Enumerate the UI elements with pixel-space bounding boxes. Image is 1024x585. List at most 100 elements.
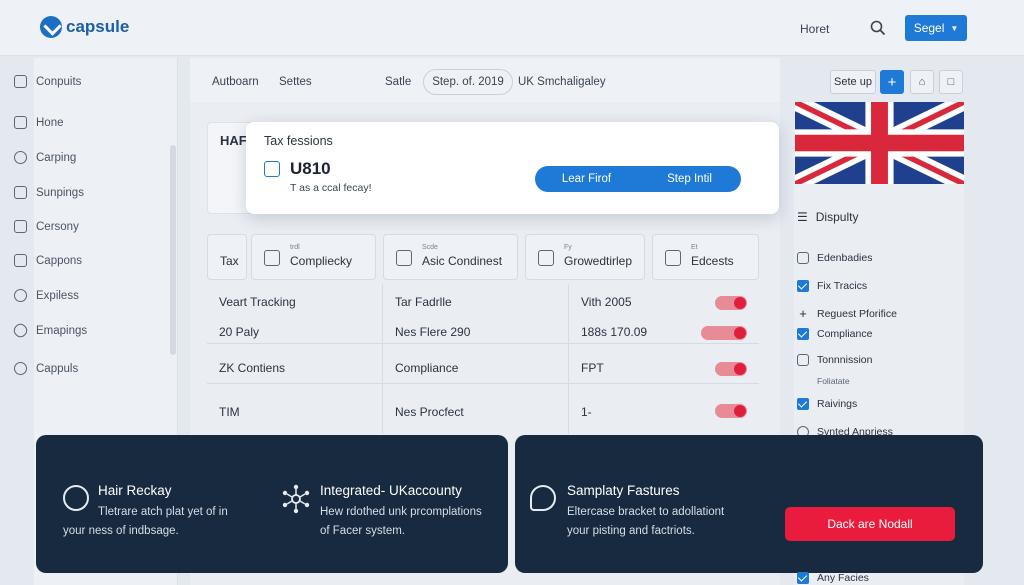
table-cell: 1- [581, 405, 592, 419]
chevron-down-icon: ▼ [950, 23, 959, 33]
table-cell: Veart Tracking [219, 295, 296, 309]
modal-subtitle: T as a ccal fecay! [290, 182, 372, 194]
tab-caption: Scde [422, 244, 438, 251]
app-logo[interactable]: capsule [40, 16, 129, 38]
search-icon[interactable] [870, 20, 886, 36]
table-cell: 20 Paly [219, 325, 260, 339]
option-label: Fix Tracics [817, 280, 868, 292]
option-any-facies[interactable]: Any Facies [797, 572, 869, 584]
breadcrumb-item[interactable]: Settes [279, 76, 312, 88]
plus-icon[interactable]: + [797, 306, 809, 321]
document-icon [538, 250, 554, 266]
row-toggle[interactable] [701, 326, 747, 340]
link-icon [11, 321, 30, 340]
step-pill[interactable]: Step. of. 2019 [423, 69, 513, 95]
clock-icon [14, 151, 27, 164]
table-cell: ZK Contiens [219, 361, 286, 375]
breadcrumb-item[interactable]: Autboarn [212, 76, 259, 88]
trash-icon[interactable]: □ [939, 70, 963, 94]
option-label: Reguest Pforifice [817, 307, 897, 320]
checkbox-checked-icon[interactable] [797, 572, 809, 584]
tab-strip: Tax trdl Compliecky Scde Asic Condinest … [207, 234, 759, 280]
sidebar-item-conpuits[interactable]: Conpuits [14, 75, 81, 88]
checkbox-checked-icon[interactable] [797, 328, 809, 340]
sidebar-item-label: Cappons [36, 254, 83, 267]
panel-heading: ☰ Dispulty [797, 210, 858, 224]
table-cell: 188s 170.09 [581, 325, 648, 339]
sidebar-item-label: Expiless [36, 289, 79, 302]
feature-title: Integrated- UKaccounty [320, 483, 462, 498]
sidebar-item-emapings[interactable]: Emapings [11, 321, 87, 340]
feature-title: Samplaty Fastures [567, 483, 680, 498]
table-cell: Vith 2005 [581, 295, 632, 309]
sidebar-item-carping[interactable]: Carping [14, 151, 76, 164]
tab-label: Growedtirlep [564, 254, 633, 268]
cta-button[interactable]: Dack are Nodall [785, 507, 955, 541]
learn-button[interactable]: Lear Firof [535, 166, 638, 192]
option-compliance[interactable]: Compliance [797, 328, 872, 340]
data-table: Veart Tracking Tar Fadrlle Vith 2005 20 … [207, 284, 759, 434]
header-dropdown-button[interactable]: Segel ▼ [905, 15, 967, 41]
tab-edcests[interactable]: Et Edcests [652, 234, 759, 280]
tab-growedtirlep[interactable]: Fy Growedtirlep [525, 234, 645, 280]
top-bar: capsule Horet Segel ▼ [0, 0, 1024, 56]
feature-desc: your pisting and factriots. [567, 525, 695, 537]
option-request[interactable]: + Reguest Pforifice [797, 306, 897, 321]
option-label: Tonnnission [817, 354, 873, 366]
sidebar-item-label: Sunpings [36, 186, 84, 199]
option-subtext: Foliatate [817, 376, 850, 386]
option-label: Raivings [817, 398, 858, 410]
network-icon [282, 484, 310, 514]
document-icon [797, 354, 809, 366]
table-cell: Nes Flere 290 [395, 325, 471, 339]
home-icon [14, 116, 27, 129]
sidebar-item-label: Carping [36, 151, 77, 164]
sidebar-item-cersony[interactable]: Cersony [14, 220, 79, 233]
tab-asic-condinest[interactable]: Scde Asic Condinest [383, 234, 518, 280]
home-icon[interactable]: ⌂ [910, 70, 934, 94]
modal-code: U810 [290, 159, 331, 178]
chat-icon [530, 485, 556, 511]
tab-label: Compliecky [290, 254, 353, 268]
row-toggle[interactable] [715, 296, 747, 310]
feature-title: Hair Reckay [98, 483, 172, 498]
setup-button[interactable]: Sete up [830, 70, 876, 94]
step-button[interactable]: Step Intil [638, 166, 741, 192]
add-button[interactable]: + [880, 70, 904, 94]
breadcrumb: Autboarn Settes Satle Step. of. 2019 UK … [190, 58, 780, 102]
sidebar-scrollbar[interactable] [170, 145, 176, 355]
option-label: Compliance [817, 328, 873, 340]
folder-icon [14, 186, 27, 199]
header-link[interactable]: Horet [800, 22, 829, 36]
table-row[interactable]: TIM Nes Procfect 1- [207, 384, 759, 434]
header-button-label: Segel [913, 21, 945, 35]
checkbox-checked-icon[interactable] [797, 280, 809, 292]
option-tonnnission[interactable]: Tonnnission [797, 354, 872, 366]
tab-tax[interactable]: Tax [207, 234, 247, 280]
sidebar-item-label: Hone [36, 116, 64, 129]
checkbox-checked-icon[interactable] [797, 398, 809, 410]
column-divider [382, 284, 383, 434]
sidebar-item-hone[interactable]: Hone [14, 116, 64, 129]
breadcrumb-item[interactable]: UK Smchaligaley [518, 76, 606, 88]
option-fix-tracics[interactable]: Fix Tracics [797, 280, 867, 292]
panel-section: Edenbadies [797, 252, 872, 264]
table-row[interactable]: Veart Tracking Tar Fadrlle Vith 2005 20 … [207, 284, 759, 344]
column-divider [568, 284, 569, 434]
form-icon [264, 161, 280, 177]
sidebar-item-expiless[interactable]: Expiless [14, 289, 79, 302]
clipboard-icon [14, 254, 27, 267]
modal-button-group: Lear Firof Step Intil [535, 166, 741, 192]
sidebar-item-cappuls[interactable]: Cappuls [14, 362, 78, 375]
sidebar-item-sunpings[interactable]: Sunpings [14, 186, 84, 199]
option-raivings[interactable]: Raivings [797, 398, 857, 410]
feature-desc: your ness of indbsage. [63, 525, 179, 537]
modal-title: Tax fessions [264, 134, 333, 148]
row-toggle[interactable] [715, 404, 747, 418]
tab-compliecky[interactable]: trdl Compliecky [251, 234, 376, 280]
table-row[interactable]: ZK Contiens Compliance FPT [207, 344, 759, 384]
breadcrumb-item[interactable]: Satle [385, 76, 411, 88]
row-toggle[interactable] [715, 362, 747, 376]
building-icon [665, 250, 681, 266]
sidebar-item-cappons[interactable]: Cappons [14, 254, 82, 267]
